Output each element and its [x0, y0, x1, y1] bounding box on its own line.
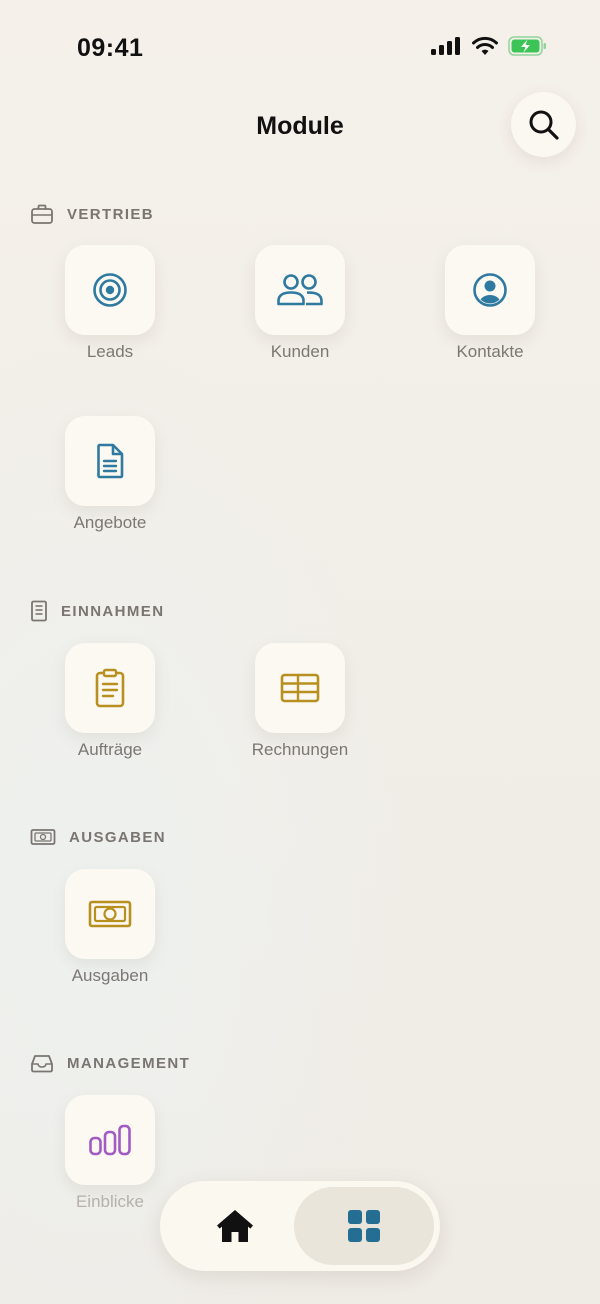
section-title: VERTRIEB	[67, 205, 155, 223]
module-tile-ausgaben[interactable]: Ausgaben	[40, 869, 180, 1009]
banknote-icon	[88, 900, 132, 928]
module-tile-angebote[interactable]: Angebote	[40, 416, 180, 556]
wifi-icon	[472, 36, 498, 55]
status-icons	[430, 36, 548, 56]
bottom-nav	[160, 1181, 440, 1271]
tile-label: Ausgaben	[71, 966, 149, 985]
section-title: MANAGEMENT	[67, 1054, 191, 1072]
table-icon	[280, 673, 320, 703]
signal-icon	[431, 37, 460, 55]
module-tile-leads[interactable]: Leads	[40, 245, 180, 385]
module-tile-einblicke[interactable]: Einblicke	[40, 1095, 180, 1235]
section-header-management: MANAGEMENT	[30, 1053, 190, 1073]
users-icon	[277, 274, 323, 306]
tile-icon-box	[65, 1095, 155, 1185]
tile-label: Leads	[86, 342, 134, 361]
tile-label: Kunden	[270, 342, 330, 361]
tile-label: Einblicke	[75, 1192, 145, 1211]
receipt-icon	[31, 600, 47, 622]
page-title: Module	[256, 112, 344, 140]
nav-modules-button[interactable]	[294, 1187, 434, 1265]
target-icon	[93, 273, 127, 307]
tile-icon-box	[65, 869, 155, 959]
tile-icon-box	[255, 643, 345, 733]
module-tile-auftraege[interactable]: Aufträge	[40, 643, 180, 783]
section-header-ausgaben: AUSGABEN	[30, 827, 166, 847]
tile-icon-box	[65, 245, 155, 335]
tile-icon-box	[445, 245, 535, 335]
module-tile-kunden[interactable]: Kunden	[230, 245, 370, 385]
document-icon	[97, 443, 124, 479]
user-circle-icon	[473, 273, 507, 307]
nav-home-button[interactable]	[190, 1191, 280, 1261]
status-bar: 09:41	[0, 0, 600, 96]
module-tile-rechnungen[interactable]: Rechnungen	[230, 643, 370, 783]
clipboard-icon	[95, 668, 125, 708]
bar-chart-icon	[89, 1124, 131, 1156]
briefcase-icon	[31, 204, 53, 224]
battery-icon	[508, 36, 546, 56]
tile-icon-box	[65, 643, 155, 733]
search-button[interactable]	[511, 92, 576, 157]
search-icon	[529, 110, 559, 140]
banknote-icon	[30, 829, 56, 845]
home-icon	[217, 1210, 253, 1242]
section-title: EINNAHMEN	[61, 602, 165, 620]
header: Module	[0, 90, 600, 162]
module-tile-kontakte[interactable]: Kontakte	[420, 245, 560, 385]
section-header-einnahmen: EINNAHMEN	[30, 600, 164, 622]
tile-icon-box	[65, 416, 155, 506]
grid-icon	[348, 1210, 380, 1242]
tile-label: Rechnungen	[251, 740, 349, 759]
inbox-icon	[31, 1055, 53, 1073]
section-title: AUSGABEN	[69, 828, 167, 846]
tile-label: Kontakte	[456, 342, 524, 361]
tile-icon-box	[255, 245, 345, 335]
tile-label: Aufträge	[77, 740, 143, 759]
status-time: 09:41	[77, 34, 144, 62]
section-header-vertrieb: VERTRIEB	[30, 203, 154, 225]
tile-label: Angebote	[73, 513, 147, 532]
